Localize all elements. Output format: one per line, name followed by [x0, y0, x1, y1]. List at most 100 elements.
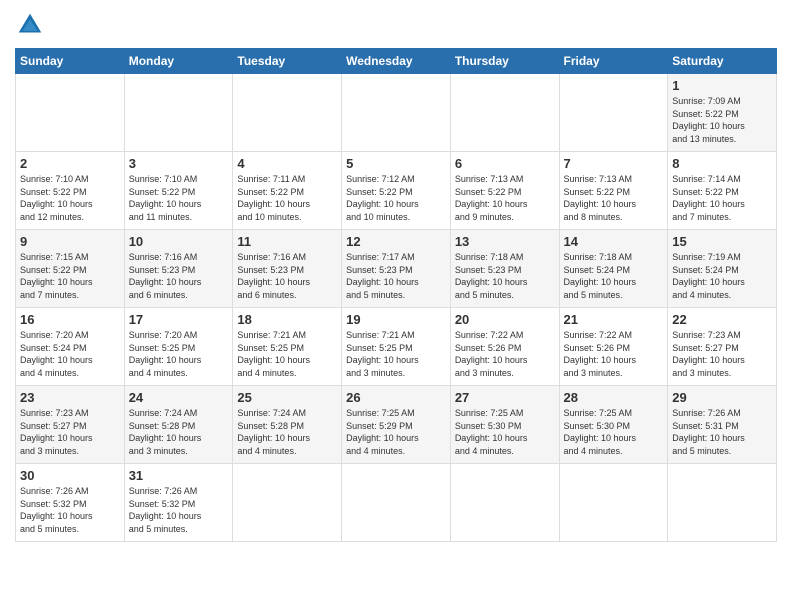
- header-cell: Friday: [559, 49, 668, 74]
- day-number: 21: [564, 312, 664, 327]
- calendar-cell: 23 Sunrise: 7:23 AM Sunset: 5:27 PM Dayli…: [16, 386, 125, 464]
- header-cell: Monday: [124, 49, 233, 74]
- day-number: 25: [237, 390, 337, 405]
- calendar-cell: [668, 464, 777, 542]
- day-number: 3: [129, 156, 229, 171]
- day-info: Sunrise: 7:11 AM Sunset: 5:22 PM Dayligh…: [237, 173, 337, 223]
- day-info: Sunrise: 7:23 AM Sunset: 5:27 PM Dayligh…: [20, 407, 120, 457]
- day-info: Sunrise: 7:13 AM Sunset: 5:22 PM Dayligh…: [455, 173, 555, 223]
- day-number: 7: [564, 156, 664, 171]
- day-info: Sunrise: 7:26 AM Sunset: 5:32 PM Dayligh…: [129, 485, 229, 535]
- day-info: Sunrise: 7:20 AM Sunset: 5:25 PM Dayligh…: [129, 329, 229, 379]
- day-info: Sunrise: 7:14 AM Sunset: 5:22 PM Dayligh…: [672, 173, 772, 223]
- calendar-cell: 22Sunrise: 7:23 AM Sunset: 5:27 PM Dayli…: [668, 308, 777, 386]
- day-number: 11: [237, 234, 337, 249]
- day-number: 13: [455, 234, 555, 249]
- calendar-cell: 20 Sunrise: 7:22 AM Sunset: 5:26 PM Dayli…: [450, 308, 559, 386]
- calendar-week-row: 9 Sunrise: 7:15 AM Sunset: 5:22 PM Daylig…: [16, 230, 777, 308]
- calendar-cell: 1Sunrise: 7:09 AM Sunset: 5:22 PM Daylig…: [668, 74, 777, 152]
- day-number: 31: [129, 468, 229, 483]
- header: [15, 10, 777, 40]
- calendar-cell: [124, 74, 233, 152]
- day-info: Sunrise: 7:22 AM Sunset: 5:26 PM Dayligh…: [564, 329, 664, 379]
- day-info: Sunrise: 7:12 AM Sunset: 5:22 PM Dayligh…: [346, 173, 446, 223]
- calendar-cell: [559, 74, 668, 152]
- calendar-week-row: 1Sunrise: 7:09 AM Sunset: 5:22 PM Daylig…: [16, 74, 777, 152]
- calendar-cell: 2 Sunrise: 7:10 AM Sunset: 5:22 PM Daylig…: [16, 152, 125, 230]
- day-info: Sunrise: 7:17 AM Sunset: 5:23 PM Dayligh…: [346, 251, 446, 301]
- day-info: Sunrise: 7:15 AM Sunset: 5:22 PM Dayligh…: [20, 251, 120, 301]
- day-number: 20: [455, 312, 555, 327]
- header-cell: Tuesday: [233, 49, 342, 74]
- calendar-cell: 11 Sunrise: 7:16 AM Sunset: 5:23 PM Dayli…: [233, 230, 342, 308]
- calendar-cell: [233, 464, 342, 542]
- calendar-week-row: 16 Sunrise: 7:20 AM Sunset: 5:24 PM Dayli…: [16, 308, 777, 386]
- calendar-week-row: 23 Sunrise: 7:23 AM Sunset: 5:27 PM Dayli…: [16, 386, 777, 464]
- calendar-week-row: 30 Sunrise: 7:26 AM Sunset: 5:32 PM Dayli…: [16, 464, 777, 542]
- header-cell: Sunday: [16, 49, 125, 74]
- calendar-cell: 10Sunrise: 7:16 AM Sunset: 5:23 PM Dayli…: [124, 230, 233, 308]
- day-number: 27: [455, 390, 555, 405]
- day-info: Sunrise: 7:26 AM Sunset: 5:31 PM Dayligh…: [672, 407, 772, 457]
- day-number: 4: [237, 156, 337, 171]
- calendar-cell: 28 Sunrise: 7:25 AM Sunset: 5:30 PM Dayli…: [559, 386, 668, 464]
- calendar-cell: 16 Sunrise: 7:20 AM Sunset: 5:24 PM Dayli…: [16, 308, 125, 386]
- calendar-cell: [450, 74, 559, 152]
- day-number: 14: [564, 234, 664, 249]
- header-cell: Thursday: [450, 49, 559, 74]
- calendar-cell: 19 Sunrise: 7:21 AM Sunset: 5:25 PM Dayli…: [342, 308, 451, 386]
- day-info: Sunrise: 7:10 AM Sunset: 5:22 PM Dayligh…: [129, 173, 229, 223]
- day-info: Sunrise: 7:26 AM Sunset: 5:32 PM Dayligh…: [20, 485, 120, 535]
- day-number: 5: [346, 156, 446, 171]
- header-row: SundayMondayTuesdayWednesdayThursdayFrid…: [16, 49, 777, 74]
- day-number: 22: [672, 312, 772, 327]
- day-number: 8: [672, 156, 772, 171]
- calendar-cell: [16, 74, 125, 152]
- calendar-cell: 24Sunrise: 7:24 AM Sunset: 5:28 PM Dayli…: [124, 386, 233, 464]
- day-info: Sunrise: 7:25 AM Sunset: 5:30 PM Dayligh…: [564, 407, 664, 457]
- day-info: Sunrise: 7:16 AM Sunset: 5:23 PM Dayligh…: [237, 251, 337, 301]
- calendar-cell: 30 Sunrise: 7:26 AM Sunset: 5:32 PM Dayli…: [16, 464, 125, 542]
- day-info: Sunrise: 7:25 AM Sunset: 5:30 PM Dayligh…: [455, 407, 555, 457]
- day-info: Sunrise: 7:18 AM Sunset: 5:23 PM Dayligh…: [455, 251, 555, 301]
- day-number: 6: [455, 156, 555, 171]
- day-number: 19: [346, 312, 446, 327]
- calendar-cell: 25Sunrise: 7:24 AM Sunset: 5:28 PM Dayli…: [233, 386, 342, 464]
- day-info: Sunrise: 7:16 AM Sunset: 5:23 PM Dayligh…: [129, 251, 229, 301]
- calendar-cell: 5 Sunrise: 7:12 AM Sunset: 5:22 PM Daylig…: [342, 152, 451, 230]
- day-number: 17: [129, 312, 229, 327]
- calendar-cell: 7Sunrise: 7:13 AM Sunset: 5:22 PM Daylig…: [559, 152, 668, 230]
- day-info: Sunrise: 7:21 AM Sunset: 5:25 PM Dayligh…: [346, 329, 446, 379]
- calendar-cell: 6 Sunrise: 7:13 AM Sunset: 5:22 PM Daylig…: [450, 152, 559, 230]
- calendar-cell: 18Sunrise: 7:21 AM Sunset: 5:25 PM Dayli…: [233, 308, 342, 386]
- day-number: 9: [20, 234, 120, 249]
- day-info: Sunrise: 7:18 AM Sunset: 5:24 PM Dayligh…: [564, 251, 664, 301]
- day-info: Sunrise: 7:19 AM Sunset: 5:24 PM Dayligh…: [672, 251, 772, 301]
- day-number: 23: [20, 390, 120, 405]
- calendar-cell: 26Sunrise: 7:25 AM Sunset: 5:29 PM Dayli…: [342, 386, 451, 464]
- day-number: 29: [672, 390, 772, 405]
- day-number: 16: [20, 312, 120, 327]
- calendar-cell: 21 Sunrise: 7:22 AM Sunset: 5:26 PM Dayli…: [559, 308, 668, 386]
- calendar-cell: 12 Sunrise: 7:17 AM Sunset: 5:23 PM Dayli…: [342, 230, 451, 308]
- logo-icon: [15, 10, 45, 40]
- day-info: Sunrise: 7:22 AM Sunset: 5:26 PM Dayligh…: [455, 329, 555, 379]
- header-cell: Saturday: [668, 49, 777, 74]
- day-info: Sunrise: 7:21 AM Sunset: 5:25 PM Dayligh…: [237, 329, 337, 379]
- day-number: 30: [20, 468, 120, 483]
- day-number: 28: [564, 390, 664, 405]
- calendar-cell: 4 Sunrise: 7:11 AM Sunset: 5:22 PM Daylig…: [233, 152, 342, 230]
- day-number: 12: [346, 234, 446, 249]
- day-info: Sunrise: 7:25 AM Sunset: 5:29 PM Dayligh…: [346, 407, 446, 457]
- calendar-cell: [450, 464, 559, 542]
- day-info: Sunrise: 7:24 AM Sunset: 5:28 PM Dayligh…: [129, 407, 229, 457]
- calendar-cell: 14 Sunrise: 7:18 AM Sunset: 5:24 PM Dayli…: [559, 230, 668, 308]
- day-number: 1: [672, 78, 772, 93]
- day-info: Sunrise: 7:10 AM Sunset: 5:22 PM Dayligh…: [20, 173, 120, 223]
- calendar-cell: 31 Sunrise: 7:26 AM Sunset: 5:32 PM Dayli…: [124, 464, 233, 542]
- calendar-cell: [233, 74, 342, 152]
- header-cell: Wednesday: [342, 49, 451, 74]
- day-info: Sunrise: 7:20 AM Sunset: 5:24 PM Dayligh…: [20, 329, 120, 379]
- calendar-cell: 13 Sunrise: 7:18 AM Sunset: 5:23 PM Dayli…: [450, 230, 559, 308]
- day-number: 2: [20, 156, 120, 171]
